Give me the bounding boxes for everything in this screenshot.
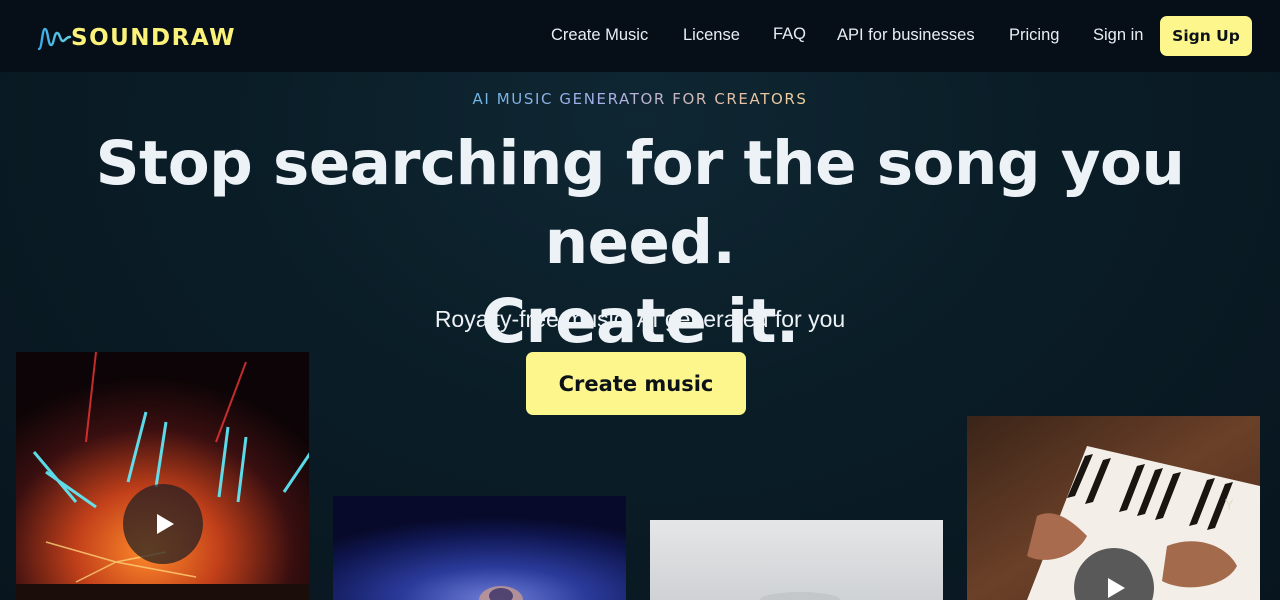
- top-navbar: SOUNDRAW Create Music License FAQ API fo…: [0, 0, 1280, 72]
- nav-pricing[interactable]: Pricing: [1009, 26, 1059, 45]
- headline-line-1: Stop searching for the song you need.: [95, 128, 1185, 278]
- track-card-concert[interactable]: [16, 352, 309, 600]
- landing-page: SOUNDRAW Create Music License FAQ API fo…: [0, 0, 1280, 600]
- play-button[interactable]: [123, 484, 203, 564]
- nav-faq[interactable]: FAQ: [773, 25, 806, 44]
- nav-links: Create Music License FAQ API for busines…: [0, 0, 1280, 72]
- create-music-button[interactable]: Create music: [526, 352, 746, 415]
- nav-api-for-businesses[interactable]: API for businesses: [837, 26, 975, 45]
- play-icon: [157, 514, 174, 534]
- track-card-piano[interactable]: Y: [967, 416, 1260, 600]
- hero-eyebrow: AI MUSIC GENERATOR FOR CREATORS: [460, 90, 820, 108]
- svg-text:Y: Y: [1224, 498, 1234, 514]
- misty-landscape-image: [650, 520, 943, 600]
- nav-license[interactable]: License: [683, 26, 740, 45]
- track-card-singer[interactable]: [333, 496, 626, 600]
- nav-create-music[interactable]: Create Music: [551, 26, 648, 45]
- track-card-landscape[interactable]: [650, 520, 943, 600]
- singer-image: [333, 496, 626, 600]
- nav-sign-in[interactable]: Sign in: [1093, 26, 1143, 45]
- hero-subheading: Royalty-free music, AI generated for you: [434, 306, 846, 332]
- play-icon: [1108, 578, 1125, 598]
- sign-up-button[interactable]: Sign Up: [1160, 16, 1252, 56]
